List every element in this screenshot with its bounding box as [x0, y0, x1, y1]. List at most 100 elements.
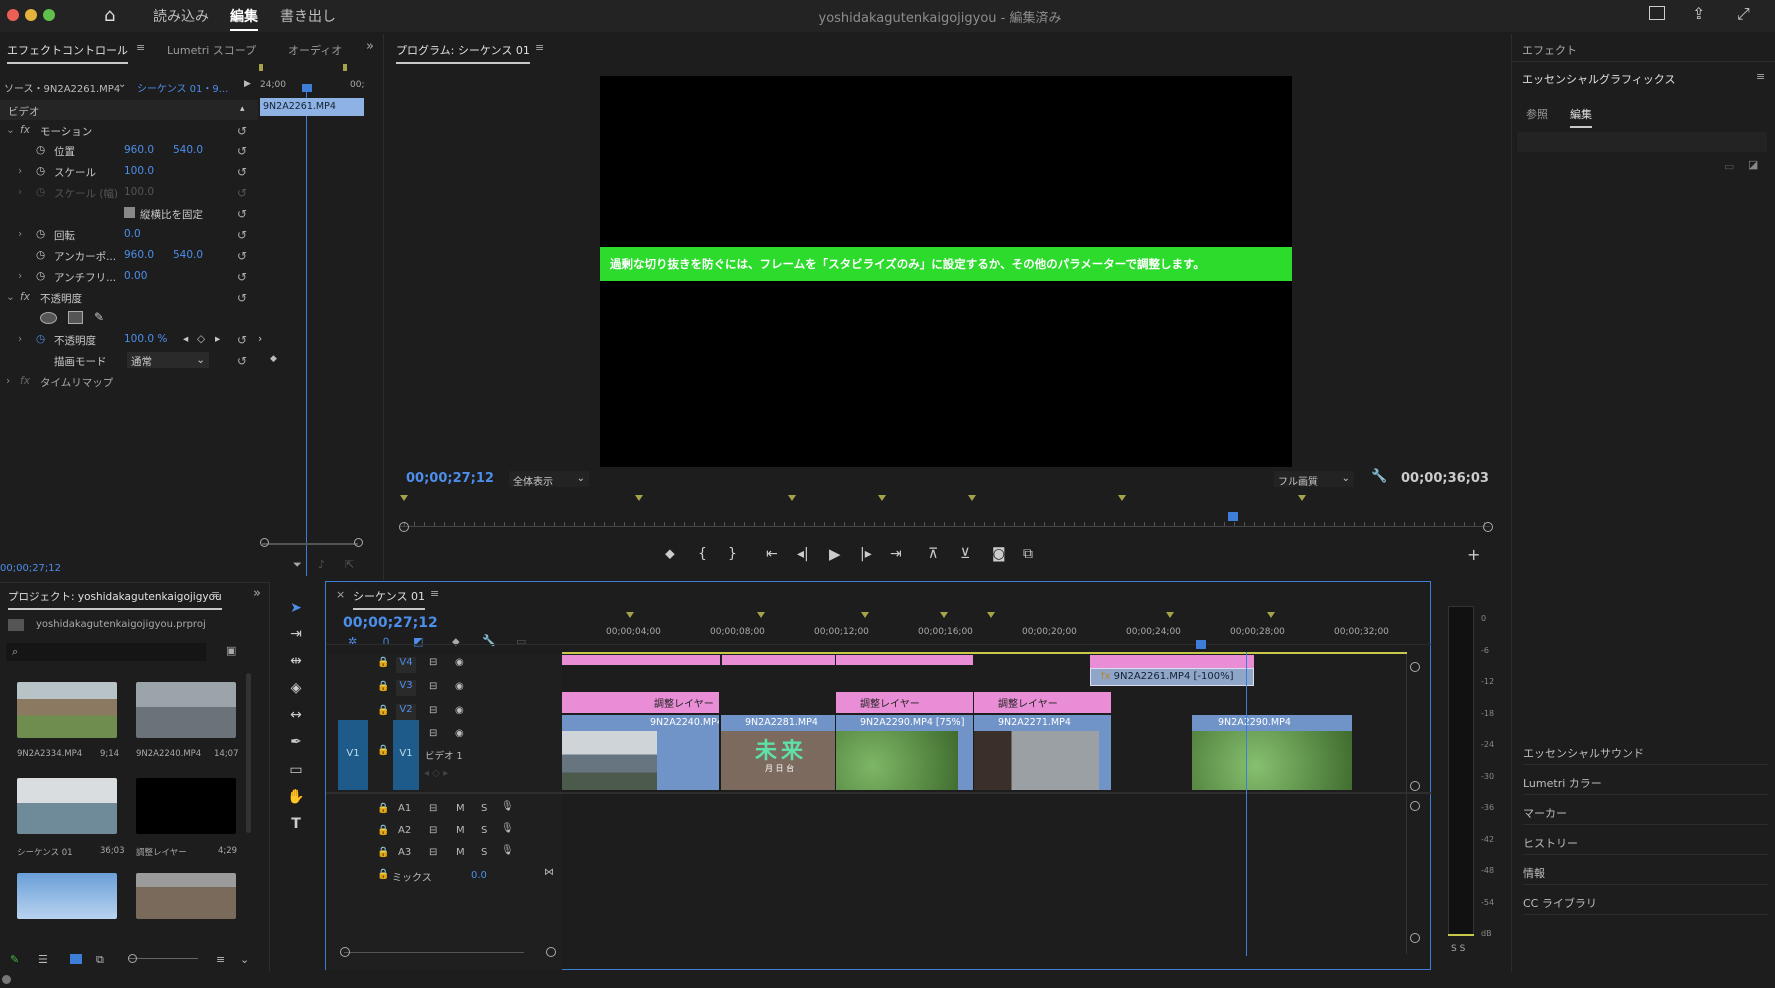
- reset-icon[interactable]: ↺: [237, 124, 247, 138]
- diamond-keyframe-icon[interactable]: ◆: [270, 354, 277, 364]
- audio-icon[interactable]: ♪: [318, 558, 325, 571]
- blend-mode-select[interactable]: 通常 ⌄: [127, 352, 209, 368]
- type-tool-icon[interactable]: T: [283, 816, 309, 836]
- lock-icon[interactable]: 🔒: [377, 705, 389, 716]
- clip-adjustment-layer[interactable]: 調整レイヤー: [836, 692, 973, 713]
- expand-icon[interactable]: ⌄: [6, 124, 15, 136]
- history-panel[interactable]: ヒストリー: [1523, 827, 1768, 855]
- project-panel-title[interactable]: プロジェクト: yoshidakagutenkaigojigyou: [8, 589, 222, 610]
- marker[interactable]: [968, 495, 976, 501]
- essential-graphics-title[interactable]: エッセンシャルグラフィックス: [1522, 71, 1675, 87]
- captions-icon[interactable]: ▭: [516, 635, 526, 648]
- scroll-handle-left[interactable]: [399, 522, 409, 532]
- lock-icon[interactable]: 🔒: [377, 825, 389, 836]
- tab-edit-graphics[interactable]: 編集: [1570, 106, 1592, 128]
- rotation-value[interactable]: 0.0: [124, 228, 141, 240]
- expand-icon[interactable]: ›: [18, 186, 22, 198]
- microphone-icon[interactable]: 🎙: [501, 801, 514, 812]
- marker[interactable]: [1267, 612, 1275, 618]
- scrollbar[interactable]: [246, 673, 251, 833]
- collapse-icon[interactable]: ▴: [240, 104, 245, 114]
- solo-button[interactable]: S: [481, 803, 487, 814]
- sync-lock-icon[interactable]: ⊟: [429, 825, 437, 836]
- minimize-window-button[interactable]: [25, 9, 37, 21]
- track-v4-label[interactable]: V4: [396, 657, 416, 673]
- thumbnail-sequence[interactable]: [17, 778, 117, 834]
- hand-tool-icon[interactable]: ✋: [283, 789, 309, 809]
- source-dropdown-icon[interactable]: ⌄: [118, 79, 126, 90]
- compare-view-icon[interactable]: ⧉: [1023, 546, 1033, 562]
- effects-panel-title[interactable]: エフェクト: [1522, 42, 1577, 58]
- slip-tool-icon[interactable]: ↔: [283, 707, 309, 727]
- track-a2-label[interactable]: A2: [398, 825, 411, 836]
- search-input[interactable]: ⌕: [6, 643, 206, 661]
- track-v2-label[interactable]: V2: [396, 704, 416, 720]
- panel-menu-icon[interactable]: ≡: [211, 588, 220, 601]
- program-timecode[interactable]: 00;00;27;12: [406, 471, 494, 486]
- marker[interactable]: [987, 612, 995, 618]
- workspaces-icon[interactable]: [1649, 6, 1665, 20]
- tab-audio[interactable]: オーディオ: [288, 42, 342, 58]
- reset-icon[interactable]: ↺: [237, 207, 247, 221]
- reset-icon[interactable]: ↺: [237, 228, 247, 242]
- step-forward-icon[interactable]: |▸: [860, 546, 872, 562]
- eye-icon[interactable]: ◉: [455, 705, 464, 716]
- lock-icon[interactable]: 🔒: [377, 869, 389, 880]
- program-monitor-title[interactable]: プログラム: シーケンス 01: [396, 42, 530, 64]
- position-y[interactable]: 540.0: [173, 144, 203, 156]
- mix-volume-value[interactable]: 0.0: [471, 870, 487, 881]
- button-editor-icon[interactable]: +: [1467, 545, 1480, 564]
- solo-buttons[interactable]: S S: [1451, 944, 1465, 954]
- filter-icon[interactable]: ⏷: [293, 558, 302, 572]
- track-a3-label[interactable]: A3: [398, 847, 411, 858]
- microphone-icon[interactable]: 🎙: [501, 845, 514, 856]
- linked-selection-icon[interactable]: ∩: [382, 634, 390, 647]
- marker[interactable]: [400, 495, 408, 501]
- clip-bar[interactable]: 9N2A2261.MP4: [260, 98, 364, 116]
- sync-lock-icon[interactable]: ⊟: [429, 657, 437, 668]
- eye-icon[interactable]: ◉: [455, 728, 464, 739]
- eye-icon[interactable]: ◉: [455, 657, 464, 668]
- panel-menu-icon[interactable]: ≡: [535, 41, 544, 54]
- expand-icon[interactable]: ›: [6, 375, 10, 387]
- scroll-handle-right[interactable]: [1483, 522, 1493, 532]
- timeline-tab[interactable]: シーケンス 01: [353, 588, 425, 610]
- timeline-ruler[interactable]: 00;00;04;00 00;00;08;00 00;00;12;00 00;0…: [562, 582, 1407, 652]
- mute-button[interactable]: M: [456, 825, 465, 836]
- source-patch-v1[interactable]: V1: [338, 720, 368, 790]
- clip-video[interactable]: 9N2A2290.MP4 [75%]: [836, 715, 973, 790]
- microphone-icon[interactable]: 🎙: [501, 823, 514, 834]
- thumbnail-clip[interactable]: [17, 873, 117, 919]
- add-marker-icon[interactable]: ⬥: [452, 635, 460, 649]
- folder-icon[interactable]: ▭: [1724, 160, 1734, 173]
- keyframe-nav-icon[interactable]: ◂ ◇ ▸: [424, 768, 448, 779]
- clip-adjustment-layer[interactable]: 調整レイヤー: [974, 692, 1111, 713]
- solo-button[interactable]: S: [481, 847, 487, 858]
- thumbnail-adjustment-layer[interactable]: [136, 778, 236, 834]
- antiflicker-value[interactable]: 0.00: [124, 270, 147, 282]
- clip-v4[interactable]: [562, 655, 720, 665]
- marker[interactable]: [861, 612, 869, 618]
- marker[interactable]: [1298, 495, 1306, 501]
- tab-lumetri-scopes[interactable]: Lumetri スコープ: [167, 42, 256, 58]
- keyframe-nav-icon[interactable]: ›: [258, 333, 262, 345]
- export-frame-icon[interactable]: ◙: [992, 546, 1006, 562]
- scroll-handle-left[interactable]: [340, 947, 350, 957]
- zoom-scrollbar[interactable]: [262, 543, 358, 545]
- markers-panel[interactable]: マーカー: [1523, 797, 1768, 825]
- tab-effect-controls[interactable]: エフェクトコントロール: [7, 42, 128, 64]
- sync-lock-icon[interactable]: ⊟: [429, 705, 437, 716]
- clip-v3[interactable]: fx 9N2A2261.MP4 [-100%]: [1090, 668, 1254, 686]
- step-back-icon[interactable]: ◂|: [797, 546, 809, 562]
- timeline-playhead-icon[interactable]: [1196, 640, 1206, 649]
- pen-mask-icon[interactable]: ✎: [94, 310, 104, 324]
- snap-icon[interactable]: ✲: [348, 635, 357, 648]
- sequence-label[interactable]: シーケンス 01・9...: [137, 80, 228, 95]
- eye-icon[interactable]: ◉: [455, 681, 464, 692]
- pencil-icon[interactable]: ✎: [10, 953, 19, 966]
- share-icon[interactable]: ⇪: [1692, 4, 1705, 23]
- thumbnail-clip[interactable]: [17, 682, 117, 738]
- anchor-y[interactable]: 540.0: [173, 249, 203, 261]
- marker[interactable]: [757, 612, 765, 618]
- horizontal-scrollbar[interactable]: [344, 952, 524, 953]
